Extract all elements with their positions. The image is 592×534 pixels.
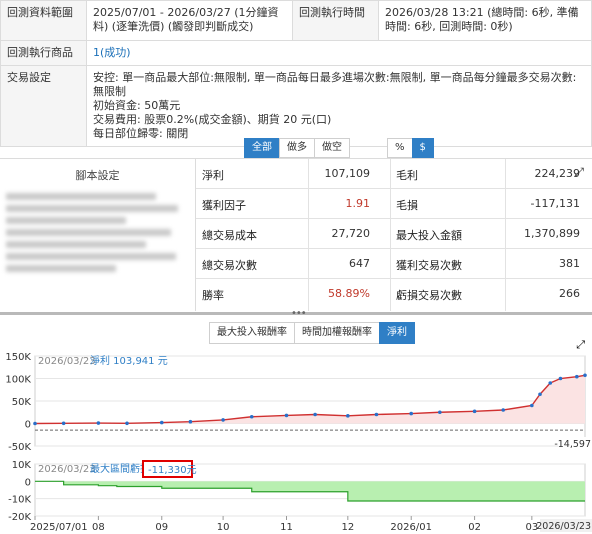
range-value: 2025/07/01 - 2026/03/27 (1分鐘資料) (逐筆洗價) (… [86,0,293,41]
x-tick-label: 10 [217,522,230,533]
x-tick-label: 11 [280,522,293,533]
unit-toggle: % $ [387,138,434,158]
trade-line: 安控: 單一商品最大部位:無限制, 單一商品每日最多進場次數:無限制, 單一商品… [93,71,577,98]
filter-short-button[interactable]: 做空 [314,138,350,158]
y-tick-label: 50K [12,397,32,408]
blurred-script-content [6,191,186,275]
stats-row: 總交易次數 647 獲利交易次數 381 [196,249,592,279]
stat-key: 毛損 [396,199,418,212]
script-settings-cell: 腳本設定 [0,159,196,311]
filter-all-button[interactable]: 全部 [244,138,280,158]
stat-value: 27,720 [331,227,371,240]
trade-point [159,420,164,425]
x-tick-label: 08 [92,522,105,533]
unit-percent-button[interactable]: % [387,138,413,158]
trade-point [538,392,542,397]
top-date-label: 2026/03/23 [38,356,96,367]
stat-key: 毛利 [396,169,418,182]
stat-key: 勝率 [202,289,224,302]
stat-key: 淨利 [202,169,224,182]
direction-filter: 全部 做多 做空 [244,138,350,158]
dd-date-label: 2026/03/23 [38,464,96,475]
trade-point [558,376,563,381]
trade-point [472,409,477,414]
stat-value: 107,109 [324,167,371,180]
net-profit-chart: 150K 100K 50K 0 -50K 10K 0 -10K -20K2025/07/01 08… [5,338,592,533]
y-tick-label: 10K [12,460,32,471]
x-tick-label: 09 [155,522,168,533]
trade-point [96,421,101,425]
trade-line: 交易費用: 股票0.2%(成交金額)、期貨 20 元(口) [93,113,332,126]
trade-settings-label: 交易設定 [0,65,87,147]
exec-time-label: 回測執行時間 [292,0,379,41]
x-tick-label: 2026/01 [390,522,432,533]
y-tick-label: -20K [8,512,31,523]
trade-point [374,412,379,417]
stat-value: -117,131 [530,197,580,210]
unit-dollar-button[interactable]: $ [411,138,434,158]
y-tick-label: -10K [8,495,31,506]
chart-expand-icon[interactable]: ⤢ [576,338,585,351]
y-tick-label: 0 [25,420,31,431]
filter-long-button[interactable]: 做多 [279,138,315,158]
stat-key: 最大投入金額 [396,229,462,242]
trade-point [548,381,553,385]
y-tick-label: 0 [25,477,31,488]
trade-point [249,414,254,419]
trade-point [583,373,587,378]
stat-value: 381 [559,257,580,270]
y-tick-label: 100K [5,375,31,386]
stat-value: 58.89% [328,287,370,300]
trade-point [501,408,506,412]
trade-point [313,412,317,417]
stat-value: 224,239 [534,167,581,180]
trade-point [409,411,414,416]
stat-key: 總交易次數 [202,259,257,272]
stats-row: 總交易成本 27,720 最大投入金額 1,370,899 [196,219,592,249]
cursor-date-label: 2026/03/23 [536,521,591,532]
trade-point [284,413,289,418]
dd-value-label: -11,330元 [148,465,197,476]
stat-key: 獲利交易次數 [396,259,462,272]
range-label: 回測資料範圍 [0,0,87,41]
x-tick-label: 02 [468,522,481,533]
dd-series-label: 最大區間虧損 [90,462,150,475]
trade-point [125,421,129,426]
x-tick-label: 2025/07/01 [30,522,88,533]
stat-key: 虧損交易次數 [396,289,462,302]
stat-value: 266 [559,287,580,300]
trade-settings-value: 安控: 單一商品最大部位:無限制, 單一商品每日最多進場次數:無限制, 單一商品… [86,65,592,147]
stat-key: 總交易成本 [202,229,257,242]
stats-row: 淨利 107,109 毛利 224,239 [196,159,592,189]
x-tick-label: 12 [341,522,354,533]
trade-point [33,421,37,426]
low-value-label: -14,597 [554,439,591,450]
y-tick-label: -50K [8,442,31,453]
trade-point [188,419,193,424]
trade-point [61,421,66,426]
top-series-label: 淨利 103,941 元 [90,355,168,367]
stat-value: 647 [349,257,370,270]
product-value-link[interactable]: 1(成功) [86,40,592,66]
drag-handle-icon[interactable]: ••• [291,308,307,319]
exec-time-value: 2026/03/28 13:21 (總時間: 6秒, 準備時間: 6秒, 回測時… [378,0,592,41]
y-tick-label: 150K [5,352,31,363]
backtest-info-table: 回測資料範圍 2025/07/01 - 2026/03/27 (1分鐘資料) (… [0,0,592,147]
stat-key: 獲利因子 [202,199,246,212]
product-label: 回測執行商品 [0,40,87,66]
stat-value: 1.91 [345,197,371,210]
trade-point [221,418,225,422]
trade-point [438,410,442,415]
stats-row: 獲利因子 1.91 毛損 -117,131 [196,189,592,219]
trade-point [575,374,579,379]
script-settings-title: 腳本設定 [75,169,120,182]
trade-point [346,414,350,418]
stat-value: 1,370,899 [524,227,580,240]
stats-row: 勝率 58.89% 虧損交易次數 266 [196,279,592,309]
stats-panel: 腳本設定 ⤢ 淨利 107,109 毛利 224,239 獲利因子 1.91 毛… [0,158,592,311]
trade-line: 初始資金: 50萬元 [93,99,181,112]
trade-point [530,403,534,408]
